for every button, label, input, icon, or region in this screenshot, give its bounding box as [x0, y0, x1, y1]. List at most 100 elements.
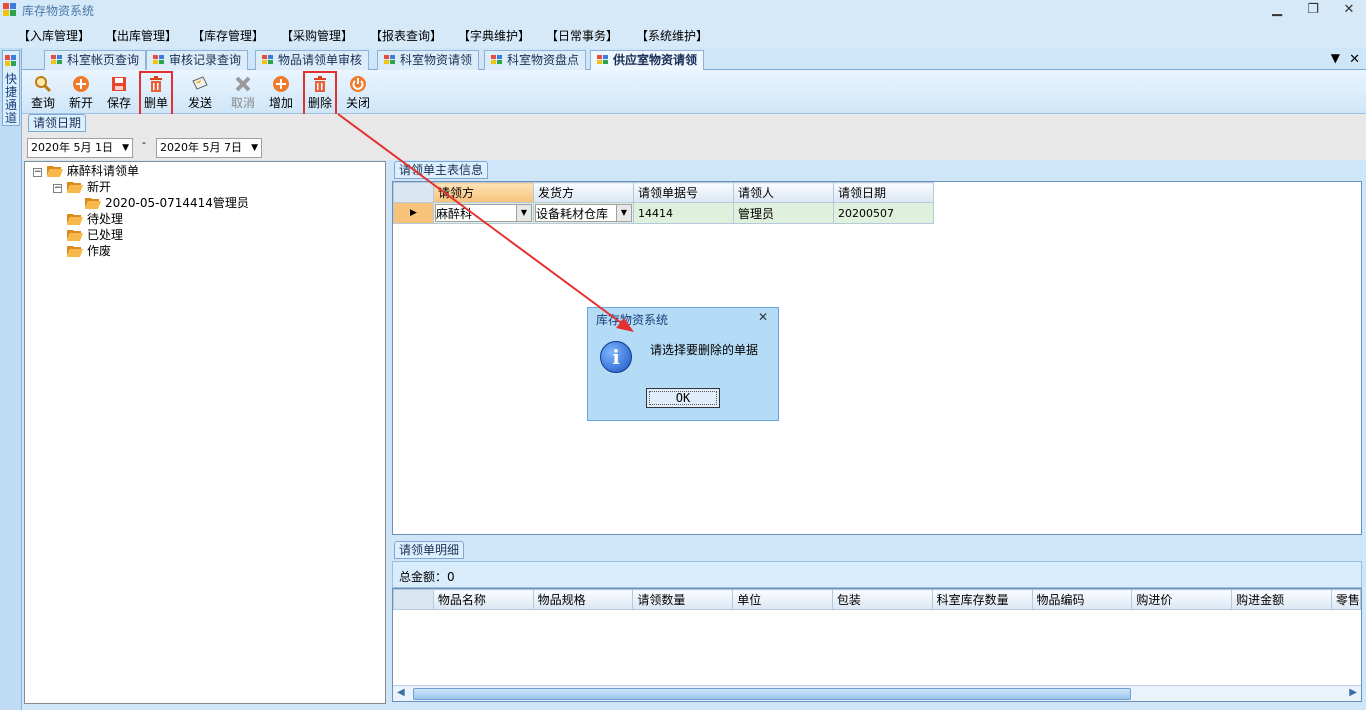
column-header[interactable]: 物品名称 [432, 589, 534, 610]
title-bar: 库存物资系统 ▁ ❐ ✕ [0, 0, 1366, 20]
chevron-down-icon[interactable]: ▼ [616, 205, 631, 221]
close-button[interactable]: 关闭 [342, 73, 374, 111]
column-header[interactable]: 单位 [732, 589, 833, 610]
tab-icon [51, 55, 62, 64]
ok-button[interactable]: OK [646, 388, 720, 408]
menu-daily[interactable]: 【日常事务】 [546, 27, 618, 44]
quick-channel-tab[interactable]: 快捷通道 [2, 50, 20, 126]
date-cell[interactable]: 20200507 [833, 202, 934, 224]
minimize-button[interactable]: ▁ [1268, 2, 1286, 18]
tab-label: 科室帐页查询 [67, 53, 140, 67]
query-button[interactable]: 查询 [27, 73, 59, 111]
tab-supply-requisition[interactable]: 供应室物资请领 [590, 50, 705, 71]
master-table: 请领方 发货方 请领单据号 请领人 请领日期 ▶ 麻醉科 ▼ 设备耗材仓库 ▼ 14… [393, 182, 934, 224]
collapse-toggle[interactable]: − [53, 184, 62, 193]
column-header[interactable]: 购进价 [1131, 589, 1233, 610]
column-header[interactable]: 物品规格 [532, 589, 634, 610]
date-group-label: 请领日期 [28, 114, 87, 132]
grid-corner [393, 182, 434, 203]
folder-open-icon [67, 214, 83, 225]
menu-purchase[interactable]: 【采购管理】 [281, 27, 353, 44]
menu-inventory[interactable]: 【库存管理】 [192, 27, 264, 44]
horizontal-scrollbar[interactable]: ◀ ▶ [393, 685, 1361, 701]
doc-no-cell[interactable]: 14414 [633, 202, 734, 224]
table-row[interactable]: ▶ 麻醉科 ▼ 设备耗材仓库 ▼ 14414 管理员 20200507 [393, 202, 934, 224]
column-header[interactable]: 发货方 [533, 182, 634, 203]
scroll-right-icon[interactable]: ▶ [1349, 687, 1357, 698]
column-header[interactable]: 请领人 [733, 182, 834, 203]
requester-cell[interactable]: 麻醉科 ▼ [433, 202, 534, 224]
chevron-down-icon: ▼ [122, 143, 129, 153]
end-date-picker[interactable]: 2020年 5月 7日 ▼ [156, 138, 262, 158]
send-button[interactable]: 发送 [180, 73, 220, 111]
tab-dept-stocktake[interactable]: 科室物资盘点 [484, 50, 587, 70]
detail-summary-bar: 总金额：0 [392, 561, 1362, 588]
quick-channel-icon [5, 55, 16, 66]
chevron-down-icon[interactable]: ▼ [516, 205, 531, 221]
column-header[interactable]: 请领日期 [833, 182, 934, 203]
dialog-title: 库存物资系统 [596, 313, 669, 327]
tab-audit-records[interactable]: 审核记录查询 [146, 50, 249, 70]
column-header[interactable]: 零售 [1330, 589, 1362, 610]
tab-close-icon[interactable]: ✕ [1349, 52, 1360, 67]
grid-corner [393, 589, 434, 610]
requester-combo[interactable]: 麻醉科 ▼ [435, 204, 532, 222]
menu-reports[interactable]: 【报表查询】 [370, 27, 442, 44]
tab-requisition-review[interactable]: 物品请领单审核 [255, 50, 370, 70]
dialog-close-icon[interactable]: ✕ [758, 310, 768, 324]
app-icon [3, 3, 16, 16]
scroll-left-icon[interactable]: ◀ [397, 687, 405, 698]
tab-list-dropdown-icon[interactable]: ▼ [1331, 51, 1340, 65]
tree-node-voided[interactable]: 作废 [87, 243, 111, 259]
folder-open-icon [67, 246, 83, 257]
tree-node-processed[interactable]: 已处理 [87, 227, 123, 243]
tree-node-document[interactable]: 2020-05-0714414管理员 [105, 195, 249, 211]
tab-icon [597, 55, 608, 64]
menu-system[interactable]: 【系统维护】 [636, 27, 708, 44]
cancel-x-icon [235, 76, 251, 92]
save-icon [112, 77, 126, 91]
tab-label: 供应室物资请领 [613, 53, 698, 67]
toolbar: 查询 新开 保存 删单 发送 取消 增加 删除 关闭 [22, 70, 1366, 117]
tree-node-root[interactable]: 麻醉科请领单 [67, 163, 139, 179]
column-header[interactable]: 请领单据号 [633, 182, 734, 203]
column-header[interactable]: 购进金额 [1231, 589, 1332, 610]
cancel-button[interactable]: 取消 [227, 73, 259, 111]
tree-node-new[interactable]: 新开 [87, 179, 111, 195]
delete-highlight-box [303, 71, 337, 117]
detail-table: 物品名称 物品规格 请领数量 单位 包装 科室库存数量 物品编码 购进价 购进金… [393, 589, 1362, 610]
tab-icon [153, 55, 164, 64]
column-header[interactable]: 包装 [831, 589, 933, 610]
collapse-toggle[interactable]: − [33, 168, 42, 177]
scrollbar-thumb[interactable] [413, 688, 1131, 700]
start-date-picker[interactable]: 2020年 5月 1日 ▼ [27, 138, 133, 158]
window-close-button[interactable]: ✕ [1340, 2, 1358, 18]
new-button[interactable]: 新开 [65, 73, 97, 111]
restore-button[interactable]: ❐ [1304, 2, 1322, 18]
tab-dept-requisition[interactable]: 科室物资请领 [377, 50, 480, 70]
column-header[interactable]: 物品编码 [1031, 589, 1133, 610]
shipper-combo[interactable]: 设备耗材仓库 ▼ [535, 204, 632, 222]
shipper-cell[interactable]: 设备耗材仓库 ▼ [533, 202, 634, 224]
person-cell[interactable]: 管理员 [733, 202, 834, 224]
detail-group-label: 请领单明细 [394, 541, 465, 559]
menu-outbound[interactable]: 【出库管理】 [105, 27, 177, 44]
menu-bar: 【入库管理】 【出库管理】 【库存管理】 【采购管理】 【报表查询】 【字典维护… [0, 20, 1366, 48]
save-button[interactable]: 保存 [103, 73, 135, 111]
dialog-message: 请选择要删除的单据 [650, 343, 759, 357]
plus-circle-icon [73, 76, 89, 92]
tab-icon [491, 55, 502, 64]
send-icon [192, 76, 208, 90]
column-header[interactable]: 科室库存数量 [931, 589, 1033, 610]
quick-channel-label: 快捷通道 [5, 72, 18, 125]
add-button[interactable]: 增加 [265, 73, 297, 111]
menu-inbound[interactable]: 【入库管理】 [18, 27, 90, 44]
tab-dept-ledger[interactable]: 科室帐页查询 [44, 50, 147, 70]
message-dialog: 库存物资系统 ✕ i 请选择要删除的单据 OK [587, 307, 779, 421]
tree-node-pending[interactable]: 待处理 [87, 211, 123, 227]
row-indicator-icon: ▶ [393, 202, 434, 224]
menu-dictionary[interactable]: 【字典维护】 [458, 27, 530, 44]
document-tab-strip: 科室帐页查询 审核记录查询 物品请领单审核 科室物资请领 科室物资盘点 供应室物… [22, 48, 1366, 71]
column-header[interactable]: 请领数量 [632, 589, 734, 610]
column-header[interactable]: 请领方 [433, 182, 534, 203]
